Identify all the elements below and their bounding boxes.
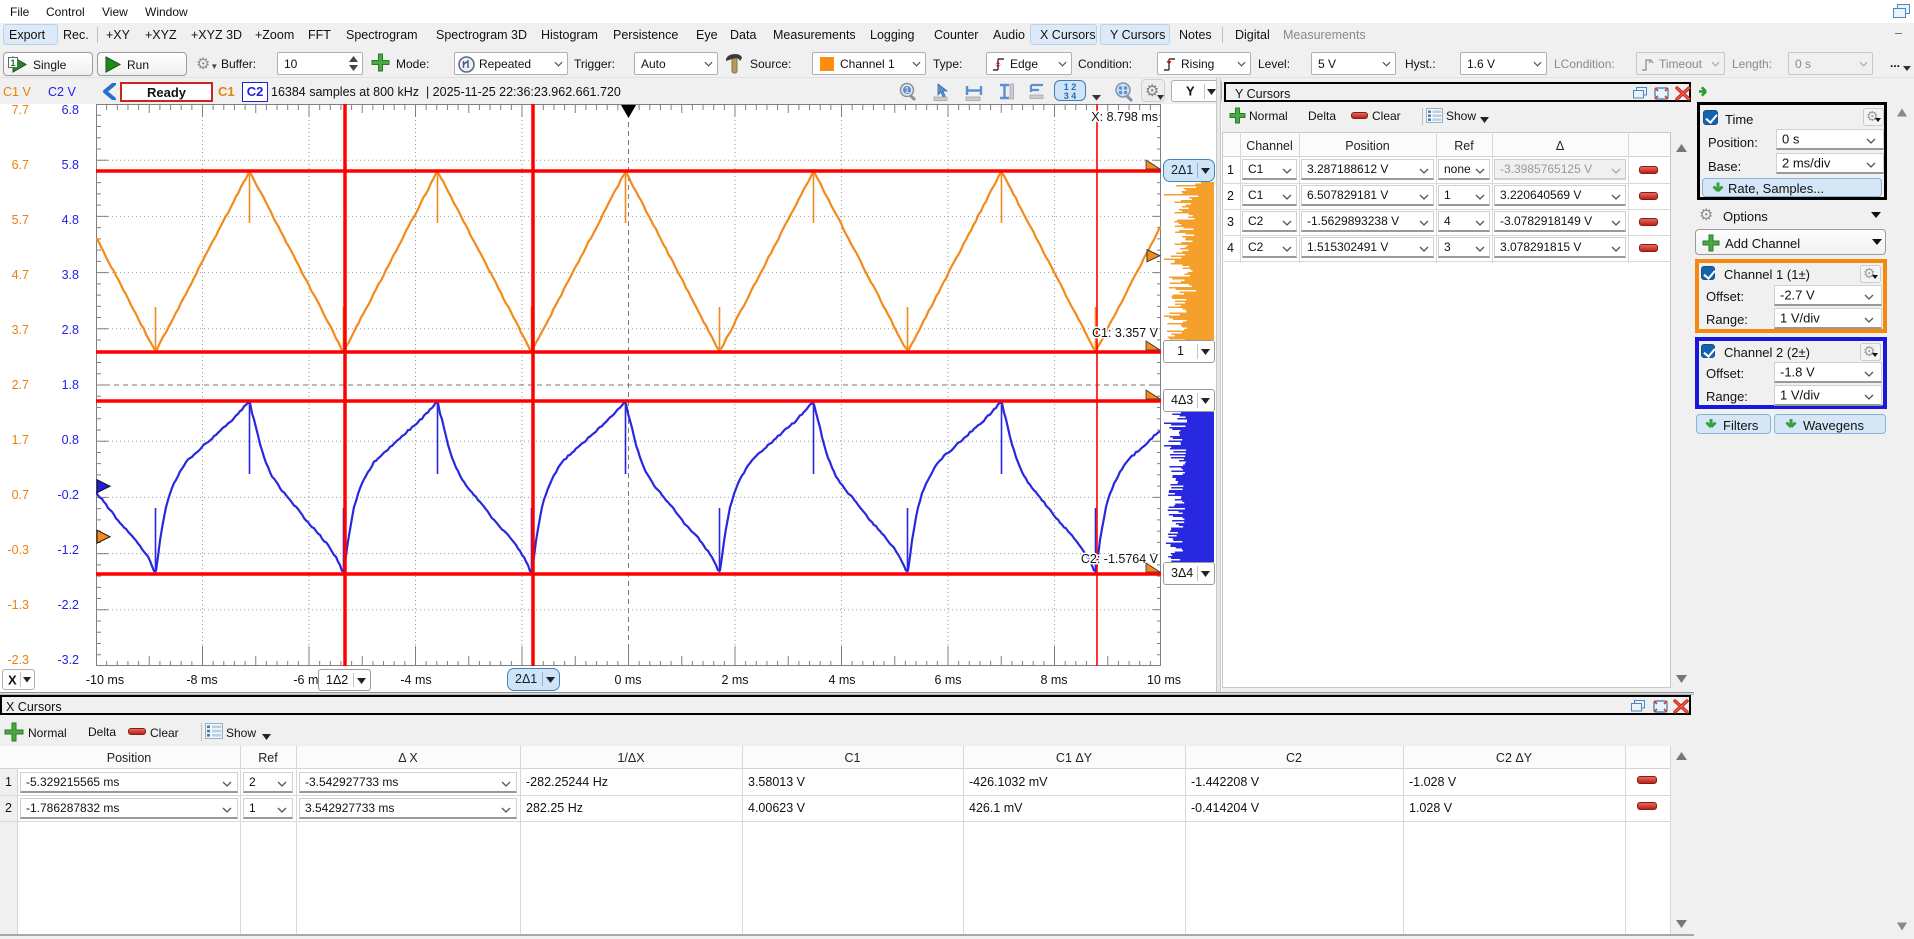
svg-text:1: 1 (905, 86, 910, 95)
svg-text:1: 1 (10, 58, 15, 68)
svg-text:C1: 3.357 V: C1: 3.357 V (1092, 326, 1159, 340)
svg-text:X: 8.798 ms: X: 8.798 ms (1091, 110, 1158, 124)
